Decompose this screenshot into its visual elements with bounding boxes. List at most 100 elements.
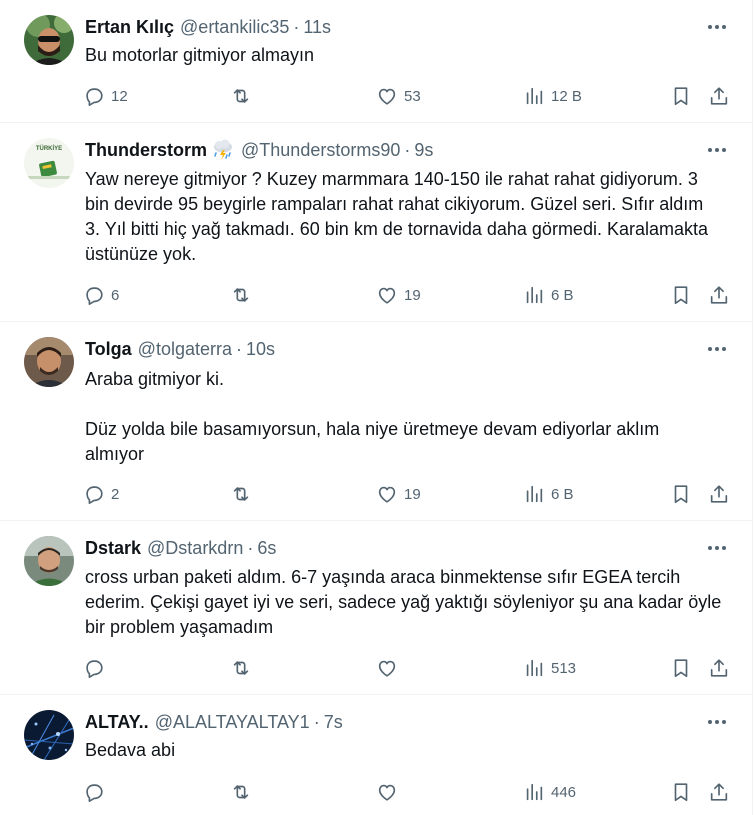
avatar[interactable]: TÜRKİYE <box>24 138 74 188</box>
timestamp[interactable]: 7s <box>324 712 343 733</box>
share-button[interactable] <box>708 481 730 507</box>
views-button[interactable]: 513 <box>523 655 576 681</box>
tweet-text: Araba gitmiyor ki. Düz yolda bile basamı… <box>85 367 723 467</box>
thunderstorm-cloud-icon <box>211 139 235 161</box>
views-button[interactable]: 6 B <box>523 282 574 308</box>
bookmark-button[interactable] <box>670 83 692 109</box>
reply-count: 12 <box>111 87 128 105</box>
retweet-button[interactable] <box>230 655 258 681</box>
bookmark-button[interactable] <box>670 282 692 308</box>
avatar[interactable] <box>24 710 74 760</box>
like-count: 53 <box>404 87 421 105</box>
more-icon[interactable] <box>705 139 729 161</box>
reply-button[interactable]: 2 <box>83 481 119 507</box>
retweet-button[interactable] <box>230 282 258 308</box>
retweet-icon <box>230 657 252 679</box>
avatar[interactable] <box>24 536 74 586</box>
action-bar: 2 19 6 B <box>83 481 733 507</box>
reply-button[interactable]: 6 <box>83 282 119 308</box>
like-icon <box>376 781 398 803</box>
views-icon <box>523 483 545 505</box>
share-icon <box>708 781 730 803</box>
bookmark-button[interactable] <box>670 655 692 681</box>
tweet-card[interactable]: Ertan Kılıç @ertankilic35 · 11s Bu motor… <box>0 0 753 123</box>
tweet-text: Bu motorlar gitmiyor almayın <box>85 43 723 68</box>
user-handle[interactable]: @ertankilic35 <box>180 17 289 38</box>
more-icon[interactable] <box>705 537 729 559</box>
views-icon <box>523 781 545 803</box>
views-button[interactable]: 6 B <box>523 481 574 507</box>
display-name[interactable]: Ertan Kılıç <box>85 17 174 38</box>
like-button[interactable] <box>376 655 404 681</box>
share-button[interactable] <box>708 282 730 308</box>
tweet-text-line: Düz yolda bile basamıyorsun, hala niye ü… <box>85 419 660 464</box>
like-icon <box>376 85 398 107</box>
views-count: 6 B <box>551 286 574 304</box>
retweet-icon <box>230 284 252 306</box>
share-button[interactable] <box>708 83 730 109</box>
like-button[interactable]: 19 <box>376 282 421 308</box>
avatar-logo-text: TÜRKİYE <box>36 145 62 152</box>
share-icon <box>708 483 730 505</box>
timestamp[interactable]: 6s <box>257 538 276 559</box>
reply-feed: Ertan Kılıç @ertankilic35 · 11s Bu motor… <box>0 0 753 815</box>
retweet-button[interactable] <box>230 779 258 805</box>
like-button[interactable] <box>376 779 404 805</box>
action-bar: 513 <box>83 655 733 681</box>
avatar[interactable] <box>24 15 74 65</box>
views-count: 6 B <box>551 485 574 503</box>
user-handle[interactable]: @ALALTAYALTAY1 <box>155 712 310 733</box>
timestamp[interactable]: 11s <box>303 17 331 38</box>
reply-button[interactable] <box>83 655 111 681</box>
separator-dot: · <box>313 711 320 732</box>
reply-count: 2 <box>111 485 120 503</box>
display-name[interactable]: Dstark <box>85 538 141 559</box>
display-name[interactable]: ALTAY.. <box>85 712 149 733</box>
tweet-header: Dstark @Dstarkdrn · 6s <box>85 537 276 559</box>
tweet-text: Bedava abi <box>85 738 723 763</box>
tweet-card[interactable]: Tolga @tolgaterra · 10s Araba gitmiyor k… <box>0 322 753 521</box>
reply-button[interactable] <box>83 779 111 805</box>
views-icon <box>523 657 545 679</box>
tweet-text-line: cross urban paketi aldım. 6-7 yaşında ar… <box>85 567 722 637</box>
retweet-button[interactable] <box>230 481 258 507</box>
like-button[interactable]: 53 <box>376 83 421 109</box>
display-name[interactable]: Tolga <box>85 339 132 360</box>
more-icon[interactable] <box>705 711 729 733</box>
reply-button[interactable]: 12 <box>83 83 128 109</box>
retweet-icon <box>230 85 252 107</box>
share-icon <box>708 284 730 306</box>
bookmark-icon <box>670 85 692 107</box>
timestamp[interactable]: 9s <box>414 140 433 161</box>
views-icon <box>523 85 545 107</box>
more-icon[interactable] <box>705 338 729 360</box>
views-button[interactable]: 446 <box>523 779 576 805</box>
retweet-button[interactable] <box>230 83 258 109</box>
bookmark-button[interactable] <box>670 779 692 805</box>
share-button[interactable] <box>708 655 730 681</box>
user-handle[interactable]: @tolgaterra <box>138 339 232 360</box>
like-count: 19 <box>404 286 421 304</box>
tweet-card[interactable]: ALTAY.. @ALALTAYALTAY1 · 7s Bedava abi 4… <box>0 695 753 815</box>
retweet-icon <box>230 781 252 803</box>
tweet-header: Tolga @tolgaterra · 10s <box>85 338 275 360</box>
views-count: 12 B <box>551 87 582 105</box>
like-button[interactable]: 19 <box>376 481 421 507</box>
action-bar: 12 53 12 B <box>83 83 733 109</box>
bookmark-button[interactable] <box>670 481 692 507</box>
reply-icon <box>83 483 105 505</box>
share-button[interactable] <box>708 779 730 805</box>
display-name[interactable]: Thunderstorm <box>85 140 207 161</box>
more-icon[interactable] <box>705 16 729 38</box>
bookmark-icon <box>670 657 692 679</box>
tweet-card[interactable]: TÜRKİYE Thunderstorm @Thunderstorms90 · … <box>0 123 753 322</box>
share-icon <box>708 657 730 679</box>
avatar[interactable] <box>24 337 74 387</box>
tweet-card[interactable]: Dstark @Dstarkdrn · 6s cross urban paket… <box>0 521 753 695</box>
views-button[interactable]: 12 B <box>523 83 582 109</box>
timestamp[interactable]: 10s <box>246 339 275 360</box>
user-handle[interactable]: @Dstarkdrn <box>147 538 243 559</box>
like-icon <box>376 657 398 679</box>
views-count: 513 <box>551 659 577 677</box>
user-handle[interactable]: @Thunderstorms90 <box>241 140 400 161</box>
